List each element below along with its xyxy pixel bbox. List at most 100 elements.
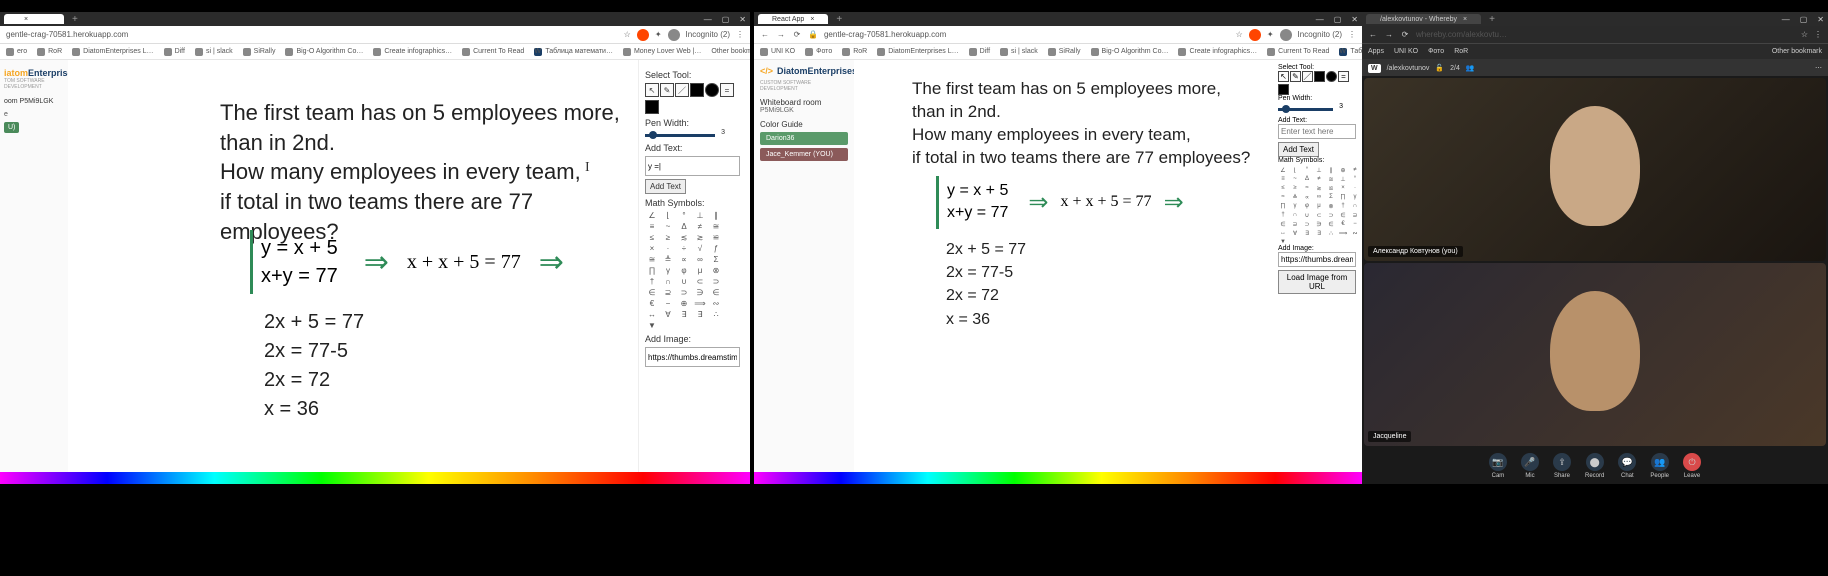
bookmark-item[interactable]: WТаблица математи… (1339, 48, 1362, 56)
bookmark-item[interactable]: Create infographics… (373, 48, 452, 56)
reload-icon[interactable]: ⟳ (1400, 30, 1410, 39)
eraser-tool[interactable] (645, 100, 659, 114)
bookmark-item[interactable]: Apps (1368, 48, 1384, 55)
close-window-icon[interactable]: ✕ (1817, 15, 1824, 24)
minimize-icon[interactable]: — (1316, 15, 1324, 24)
forward-icon[interactable]: → (776, 30, 786, 39)
chat-button[interactable]: 💬Chat (1618, 453, 1636, 479)
bookmark-item[interactable]: Money Lover Web |… (623, 48, 701, 56)
reload-icon[interactable]: ⟳ (792, 30, 802, 39)
bookmark-item[interactable]: UNI KO (1394, 48, 1418, 55)
extension-icon[interactable] (637, 29, 649, 41)
bookmark-item[interactable]: Diff (969, 48, 990, 56)
new-tab-button[interactable]: + (1485, 14, 1499, 25)
bookmark-item[interactable]: Create infographics… (1178, 48, 1257, 56)
more-icon[interactable]: ⋯ (1815, 64, 1822, 72)
maximize-icon[interactable]: ▢ (722, 15, 730, 24)
forward-icon[interactable]: → (1384, 30, 1394, 39)
close-icon[interactable]: × (810, 16, 814, 23)
bookmark-item[interactable]: si | slack (195, 48, 233, 56)
url-text[interactable]: gentle-crag-70581.herokuapp.com (6, 30, 618, 39)
image-url-input[interactable] (645, 347, 740, 367)
circle-fill-tool[interactable] (705, 83, 719, 97)
pointer-tool[interactable]: ↖ (1278, 71, 1289, 82)
nav-you-button[interactable]: U) (4, 122, 19, 133)
color-palette[interactable] (0, 472, 750, 484)
rect-fill-tool[interactable] (690, 83, 704, 97)
bookmark-item[interactable]: SiRally (243, 48, 276, 56)
whiteboard-canvas[interactable]: The first team has on 5 employees more, … (854, 60, 1274, 472)
star-icon[interactable]: ☆ (624, 30, 631, 39)
image-url-input[interactable] (1278, 252, 1356, 267)
line-tool[interactable]: ／ (1302, 71, 1313, 82)
new-tab-button[interactable]: + (832, 14, 846, 25)
record-button[interactable]: ⬤Record (1585, 453, 1604, 479)
menu-icon[interactable]: ⋮ (1348, 30, 1356, 39)
lock-icon[interactable]: 🔓 (1435, 64, 1444, 72)
line-tool[interactable]: ／ (675, 83, 689, 97)
people-icon[interactable]: 👥 (1466, 64, 1475, 72)
back-icon[interactable]: ← (760, 30, 770, 39)
leave-button[interactable]: ⏻Leave (1683, 453, 1701, 479)
slider-knob[interactable] (649, 131, 657, 139)
load-image-button[interactable]: Load Image from URL (1278, 270, 1356, 294)
puzzle-icon[interactable]: ✦ (655, 30, 662, 39)
video-tile[interactable]: Александр Ковтунов (you) (1364, 78, 1826, 261)
whiteboard-canvas[interactable]: The first team has on 5 employees more, … (68, 60, 638, 472)
people-button[interactable]: 👥People (1650, 453, 1669, 479)
circle-fill-tool[interactable] (1326, 71, 1337, 82)
nav-e[interactable]: e (0, 109, 68, 120)
share-button[interactable]: ⇪Share (1553, 453, 1571, 479)
bookmark-item[interactable]: UNI KO (760, 48, 795, 56)
puzzle-icon[interactable]: ✦ (1267, 30, 1274, 39)
text-input[interactable] (1278, 124, 1356, 139)
pen-tool[interactable]: ✎ (660, 83, 674, 97)
minimize-icon[interactable]: — (704, 15, 712, 24)
browser-tab[interactable]: × (4, 14, 64, 24)
pen-width-slider[interactable]: 3 (645, 134, 715, 137)
minimize-icon[interactable]: — (1782, 15, 1790, 24)
menu-icon[interactable]: ⋮ (736, 30, 744, 39)
new-tab-button[interactable]: + (68, 14, 82, 25)
star-icon[interactable]: ☆ (1236, 30, 1243, 39)
bookmark-item[interactable]: RoR (37, 48, 62, 56)
extension-icon[interactable] (1249, 29, 1261, 41)
text-input[interactable] (645, 156, 740, 176)
url-text[interactable]: gentle-crag-70581.herokuapp.com (824, 30, 1230, 39)
pointer-tool[interactable]: ↖ (645, 83, 659, 97)
add-text-button[interactable]: Add Text (1278, 142, 1319, 157)
user-pill[interactable]: Darion36 (760, 132, 848, 145)
slider-knob[interactable] (1282, 105, 1290, 113)
url-text[interactable]: whereby.com/alexkovtu… (1416, 30, 1795, 39)
bookmark-item[interactable]: RoR (1454, 48, 1468, 55)
user-pill-you[interactable]: Jace_Kemmer (YOU) (760, 148, 848, 161)
other-bookmarks[interactable]: Other bookmarks (711, 48, 750, 55)
bookmark-item[interactable]: Current To Read (1267, 48, 1329, 56)
pen-tool[interactable]: ✎ (1290, 71, 1301, 82)
other-bookmarks[interactable]: Other bookmark (1772, 48, 1822, 55)
equal-tool[interactable]: = (720, 83, 734, 97)
bookmark-item[interactable]: Big-O Algorithm Co… (285, 48, 363, 56)
star-icon[interactable]: ☆ (1801, 30, 1808, 39)
mic-button[interactable]: 🎤Mic (1521, 453, 1539, 479)
bookmark-item[interactable]: SiRally (1048, 48, 1081, 56)
bookmark-item[interactable]: ero (6, 48, 27, 56)
close-icon[interactable]: × (1463, 16, 1467, 23)
bookmark-item[interactable]: Фото (805, 48, 832, 56)
close-icon[interactable]: × (24, 16, 28, 23)
video-tile[interactable]: Jacqueline (1364, 263, 1826, 446)
pen-width-slider[interactable]: 3 (1278, 108, 1333, 111)
add-text-button[interactable]: Add Text (645, 179, 686, 194)
close-window-icon[interactable]: ✕ (1351, 15, 1358, 24)
close-window-icon[interactable]: ✕ (739, 15, 746, 24)
bookmark-item[interactable]: Фото (1428, 48, 1444, 55)
menu-icon[interactable]: ⋮ (1814, 30, 1822, 39)
rect-fill-tool[interactable] (1314, 71, 1325, 82)
bookmark-item[interactable]: DiatomEnterprises L… (877, 48, 958, 56)
bookmark-item[interactable]: Diff (164, 48, 185, 56)
equal-tool[interactable]: = (1338, 71, 1349, 82)
eraser-tool[interactable] (1278, 84, 1289, 95)
bookmark-item[interactable]: Big-O Algorithm Co… (1091, 48, 1169, 56)
back-icon[interactable]: ← (1368, 30, 1378, 39)
color-palette[interactable] (754, 472, 1362, 484)
